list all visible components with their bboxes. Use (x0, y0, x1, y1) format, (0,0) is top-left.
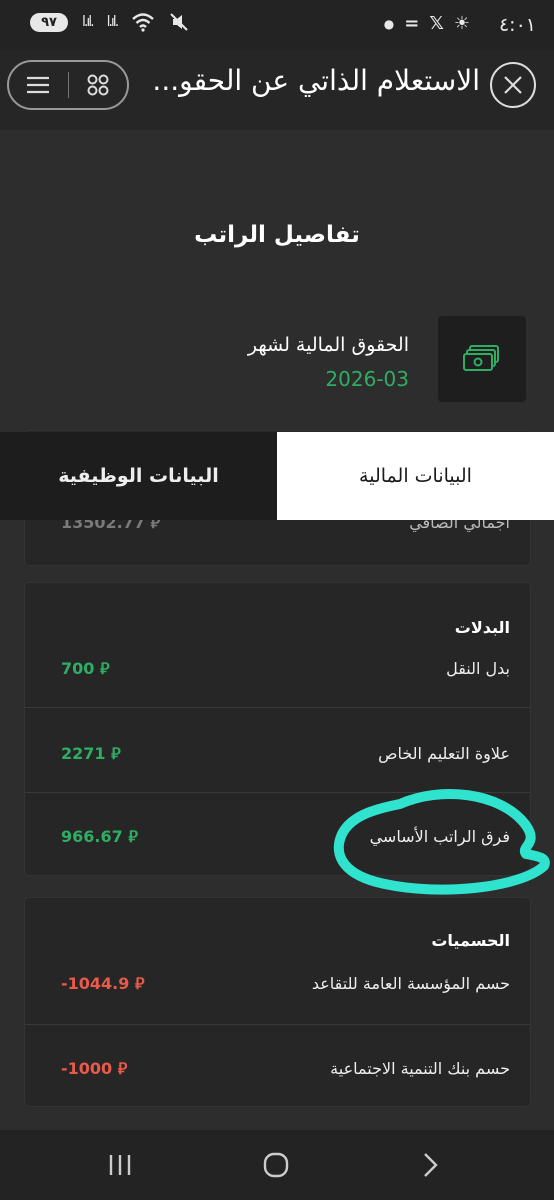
allowance-value: 966.67 ⃁ (61, 827, 138, 846)
apps-button[interactable] (69, 62, 128, 108)
deduction-value: -1044.9 ⃁ (61, 974, 145, 993)
deduction-label: حسم المؤسسة العامة للتقاعد (311, 974, 510, 993)
status-right-icons: ● = 𝕏 ☀ (384, 13, 470, 34)
home-button[interactable] (256, 1148, 296, 1182)
allowance-value: 700 ⃁ (61, 659, 110, 678)
system-nav-bar (0, 1130, 554, 1200)
month-value: 2026-03 (325, 367, 409, 391)
sun-icon: ☀ (453, 13, 470, 34)
deductions-card: الحسميات حسم المؤسسة العامة للتقاعد -104… (24, 897, 531, 1107)
close-icon (504, 76, 522, 94)
list-item: علاوة التعليم الخاص 2271 ⃁ (25, 707, 530, 791)
money-icon (463, 345, 499, 371)
recents-icon (109, 1155, 131, 1175)
signal-strength-icon: l.ıl. (82, 14, 95, 30)
list-item: حسم بنك التنمية الاجتماعية -1000 ⃁ (25, 1024, 530, 1108)
app-title: الاستعلام الذاتي عن الحقو... (152, 64, 480, 97)
x-logo-icon: 𝕏 (429, 13, 444, 34)
deduction-value: -1000 ⃁ (61, 1059, 128, 1078)
menu-button[interactable] (9, 62, 68, 108)
tab-financial-data[interactable]: البيانات المالية (277, 432, 554, 520)
status-left: ٩٧ l.ıl. l.ıl. (30, 12, 189, 32)
recents-button[interactable] (100, 1148, 140, 1182)
allowance-value: 2271 ⃁ (61, 744, 121, 763)
hamburger-icon (27, 76, 50, 94)
back-button[interactable] (410, 1148, 450, 1182)
equals-icon: = (404, 13, 420, 34)
status-time: ٤:٠١ (498, 14, 536, 36)
list-item: بدل النقل 700 ⃁ (25, 623, 530, 707)
highlight-annotation (333, 788, 550, 895)
signal-strength-icon-2: l.ıl. (106, 14, 120, 30)
allowance-label: بدل النقل (446, 659, 510, 678)
close-button[interactable] (490, 62, 536, 108)
home-icon (263, 1152, 289, 1178)
chevron-right-icon (424, 1153, 438, 1177)
wifi-icon (132, 13, 154, 32)
month-label: الحقوق المالية لشهر (247, 334, 409, 356)
dot-icon: ● (383, 16, 395, 31)
grid-circles-icon (87, 74, 109, 96)
tab-job-data[interactable]: البيانات الوظيفية (0, 432, 277, 520)
allowance-label: علاوة التعليم الخاص (378, 744, 510, 763)
mute-icon (170, 13, 188, 31)
list-item: حسم المؤسسة العامة للتقاعد -1044.9 ⃁ (25, 938, 530, 1024)
app-bar: الاستعلام الذاتي عن الحقو... (0, 50, 554, 130)
battery-indicator: ٩٧ (30, 12, 68, 32)
mini-app-menu (7, 60, 129, 110)
tabs: البيانات الوظيفية البيانات المالية (0, 432, 554, 520)
month-icon-box (438, 316, 526, 402)
deduction-label: حسم بنك التنمية الاجتماعية (330, 1059, 510, 1078)
status-bar: ٩٧ l.ıl. l.ıl. ● = 𝕏 ☀ ٤:٠١ (0, 0, 554, 50)
page-title: تفاصيل الراتب (194, 222, 360, 248)
